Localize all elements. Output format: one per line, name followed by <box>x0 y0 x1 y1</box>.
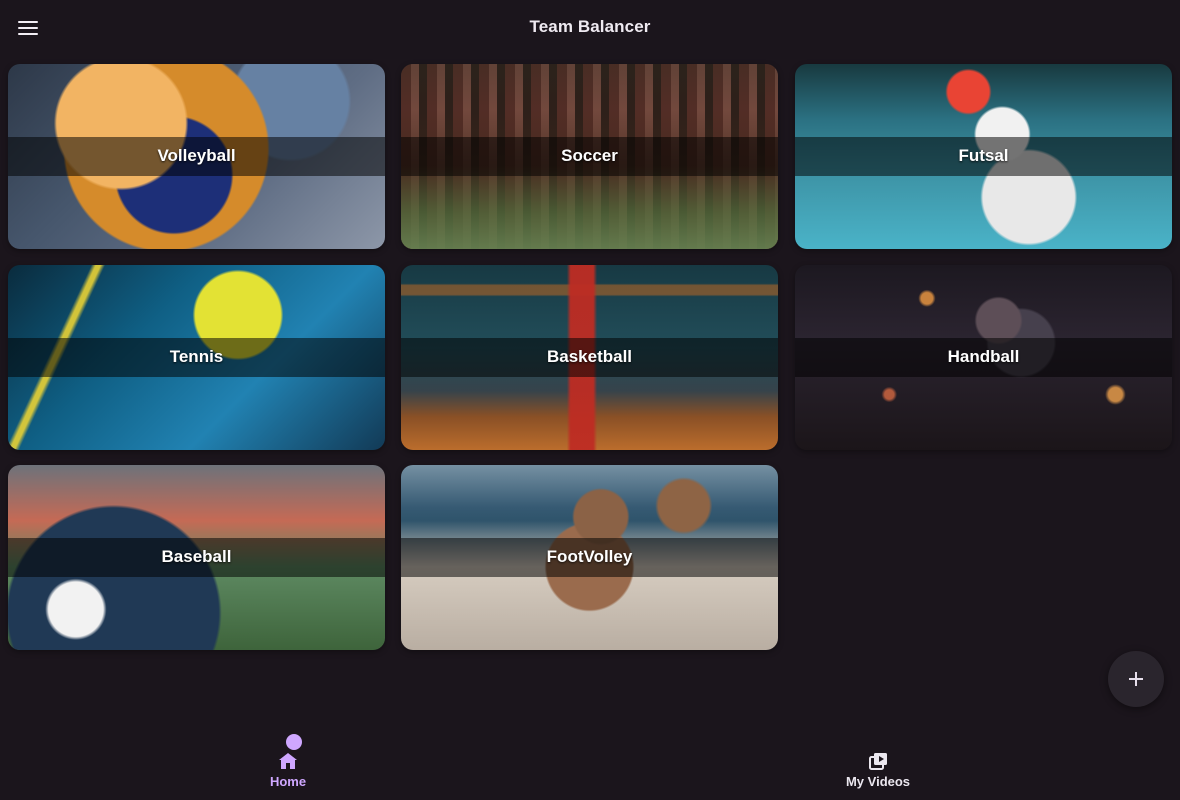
sport-label-volleyball: Volleyball <box>157 146 236 165</box>
sport-label-handball: Handball <box>947 347 1020 366</box>
nav-home-label: Home <box>269 774 307 789</box>
sport-card-baseball[interactable]: Baseball <box>8 465 385 650</box>
sport-label-baseball: Baseball <box>161 547 232 566</box>
sport-card-futsal[interactable]: Futsal <box>795 64 1172 249</box>
sport-card-handball[interactable]: Handball <box>795 265 1172 450</box>
sport-card-soccer[interactable]: Soccer <box>401 64 778 249</box>
sport-card-footvolley[interactable]: FootVolley <box>401 465 778 650</box>
nav-home[interactable]: Home <box>198 716 378 800</box>
team-balancer-app: Team Balancer Volleyball Soccer Futsal T… <box>0 0 1180 800</box>
sport-label-basketball: Basketball <box>546 347 633 366</box>
sport-card-volleyball[interactable]: Volleyball <box>8 64 385 249</box>
sport-label-futsal: Futsal <box>958 146 1009 165</box>
plus-icon <box>1129 672 1143 686</box>
video-library-icon <box>869 753 887 770</box>
sports-grid: Volleyball Soccer Futsal Tennis Basketba… <box>8 64 1172 650</box>
nav-my-videos[interactable]: My Videos <box>788 716 968 800</box>
bottom-navigation: Home My Videos <box>0 716 1180 800</box>
sport-card-basketball[interactable]: Basketball <box>401 265 778 450</box>
home-icon <box>279 753 297 769</box>
active-indicator <box>286 734 302 750</box>
sport-label-tennis: Tennis <box>169 347 224 366</box>
nav-my-videos-label: My Videos <box>845 774 911 789</box>
add-sport-button[interactable] <box>1108 651 1164 707</box>
sport-label-footvolley: FootVolley <box>546 547 633 566</box>
sport-card-tennis[interactable]: Tennis <box>8 265 385 450</box>
sport-label-soccer: Soccer <box>561 146 618 165</box>
page-title: Team Balancer <box>529 17 651 36</box>
top-app-bar: Team Balancer <box>0 0 1180 56</box>
